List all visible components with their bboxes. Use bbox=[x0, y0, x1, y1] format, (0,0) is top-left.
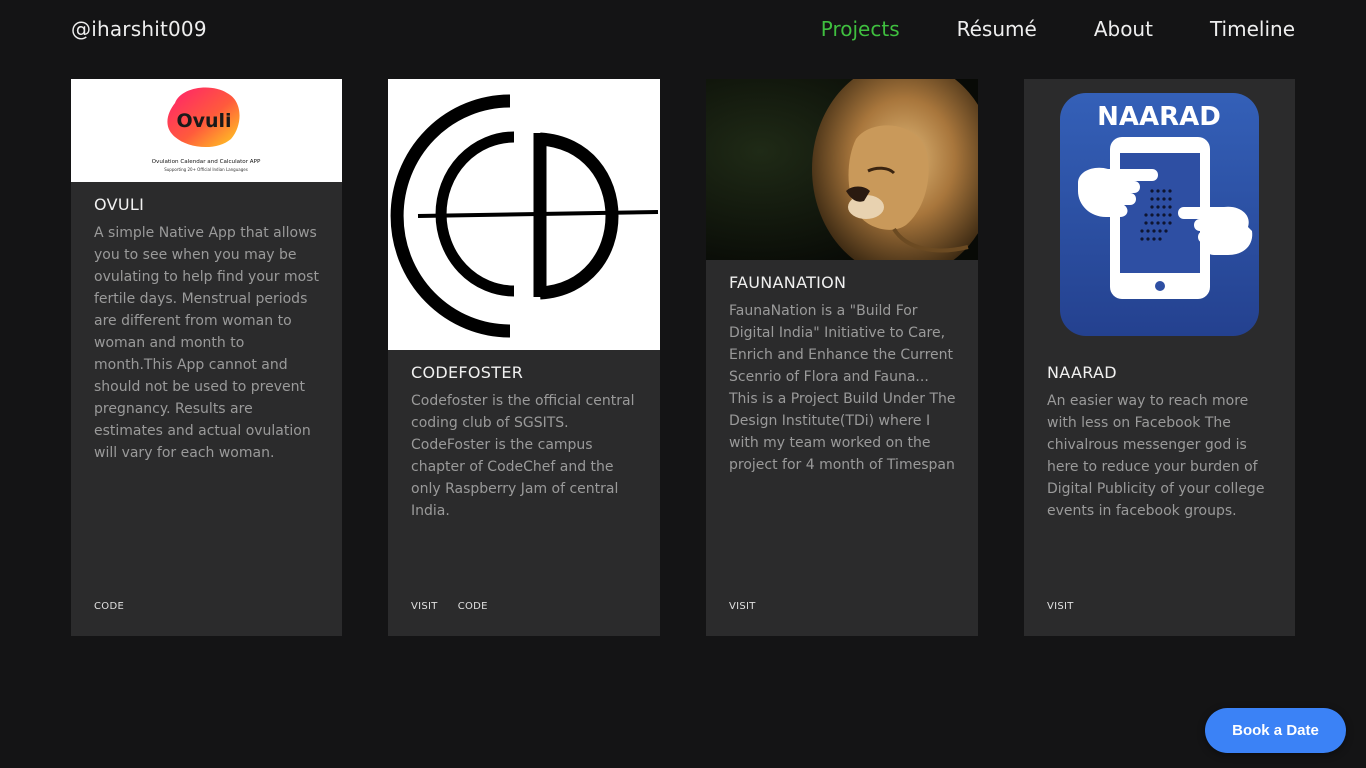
nav-projects[interactable]: Projects bbox=[821, 17, 900, 41]
svg-text:Ovulation Calendar and Calcula: Ovulation Calendar and Calculator APP bbox=[152, 159, 261, 165]
lion-image-icon bbox=[706, 79, 978, 260]
nav-about[interactable]: About bbox=[1094, 17, 1153, 41]
project-title: FAUNANATION bbox=[729, 273, 847, 292]
project-description: An easier way to reach more with less on… bbox=[1047, 393, 1265, 519]
svg-text:Ovuli: Ovuli bbox=[176, 110, 231, 132]
ovuli-logo-icon: Ovuli Ovulation Calendar and Calculator … bbox=[152, 87, 261, 172]
project-links: VISIT CODE bbox=[411, 601, 488, 612]
project-title: NAARAD bbox=[1047, 363, 1117, 382]
codefoster-logo-icon bbox=[390, 94, 659, 338]
code-link[interactable]: CODE bbox=[458, 601, 488, 612]
project-description: A simple Native App that allows you to s… bbox=[94, 225, 319, 461]
project-description: FaunaNation is a "Build For Digital Indi… bbox=[729, 303, 956, 473]
nav-resume[interactable]: Résumé bbox=[957, 17, 1037, 41]
project-title: CODEFOSTER bbox=[411, 363, 524, 382]
project-card-ovuli: Ovuli Ovulation Calendar and Calculator … bbox=[71, 79, 342, 636]
visit-link[interactable]: VISIT bbox=[1047, 601, 1074, 612]
code-link[interactable]: CODE bbox=[94, 601, 124, 612]
project-card-naarad: NAARAD NAARAD An easier way to reach mor… bbox=[1024, 79, 1295, 636]
top-navbar: @iharshit009 Projects Résumé About Timel… bbox=[0, 0, 1366, 62]
svg-text:NAARAD: NAARAD bbox=[1097, 102, 1221, 132]
project-card-faunanation: FAUNANATION FaunaNation is a "Build For … bbox=[706, 79, 978, 636]
ovuli-banner-image: Ovuli Ovulation Calendar and Calculator … bbox=[71, 79, 342, 182]
project-title: OVULI bbox=[94, 195, 145, 214]
brand-link[interactable]: @iharshit009 bbox=[71, 17, 207, 41]
visit-link[interactable]: VISIT bbox=[729, 601, 756, 612]
naarad-logo-image: NAARAD bbox=[1024, 79, 1295, 349]
codefoster-logo-image bbox=[388, 79, 660, 350]
lion-photo bbox=[706, 79, 978, 260]
nav-timeline[interactable]: Timeline bbox=[1210, 17, 1295, 41]
project-links: VISIT bbox=[1047, 601, 1074, 612]
project-links: VISIT bbox=[729, 601, 756, 612]
project-description: Codefoster is the official central codin… bbox=[411, 393, 635, 519]
visit-link[interactable]: VISIT bbox=[411, 601, 438, 612]
project-card-codefoster: CODEFOSTER Codefoster is the official ce… bbox=[388, 79, 660, 636]
svg-text:Supporting 20+ Official Indian: Supporting 20+ Official Indian Languages bbox=[164, 167, 248, 172]
project-links: CODE bbox=[94, 601, 124, 612]
book-a-date-button[interactable]: Book a Date bbox=[1205, 708, 1346, 753]
main-nav: Projects Résumé About Timeline bbox=[821, 17, 1295, 41]
phone-hands-icon: NAARAD bbox=[1060, 93, 1259, 336]
